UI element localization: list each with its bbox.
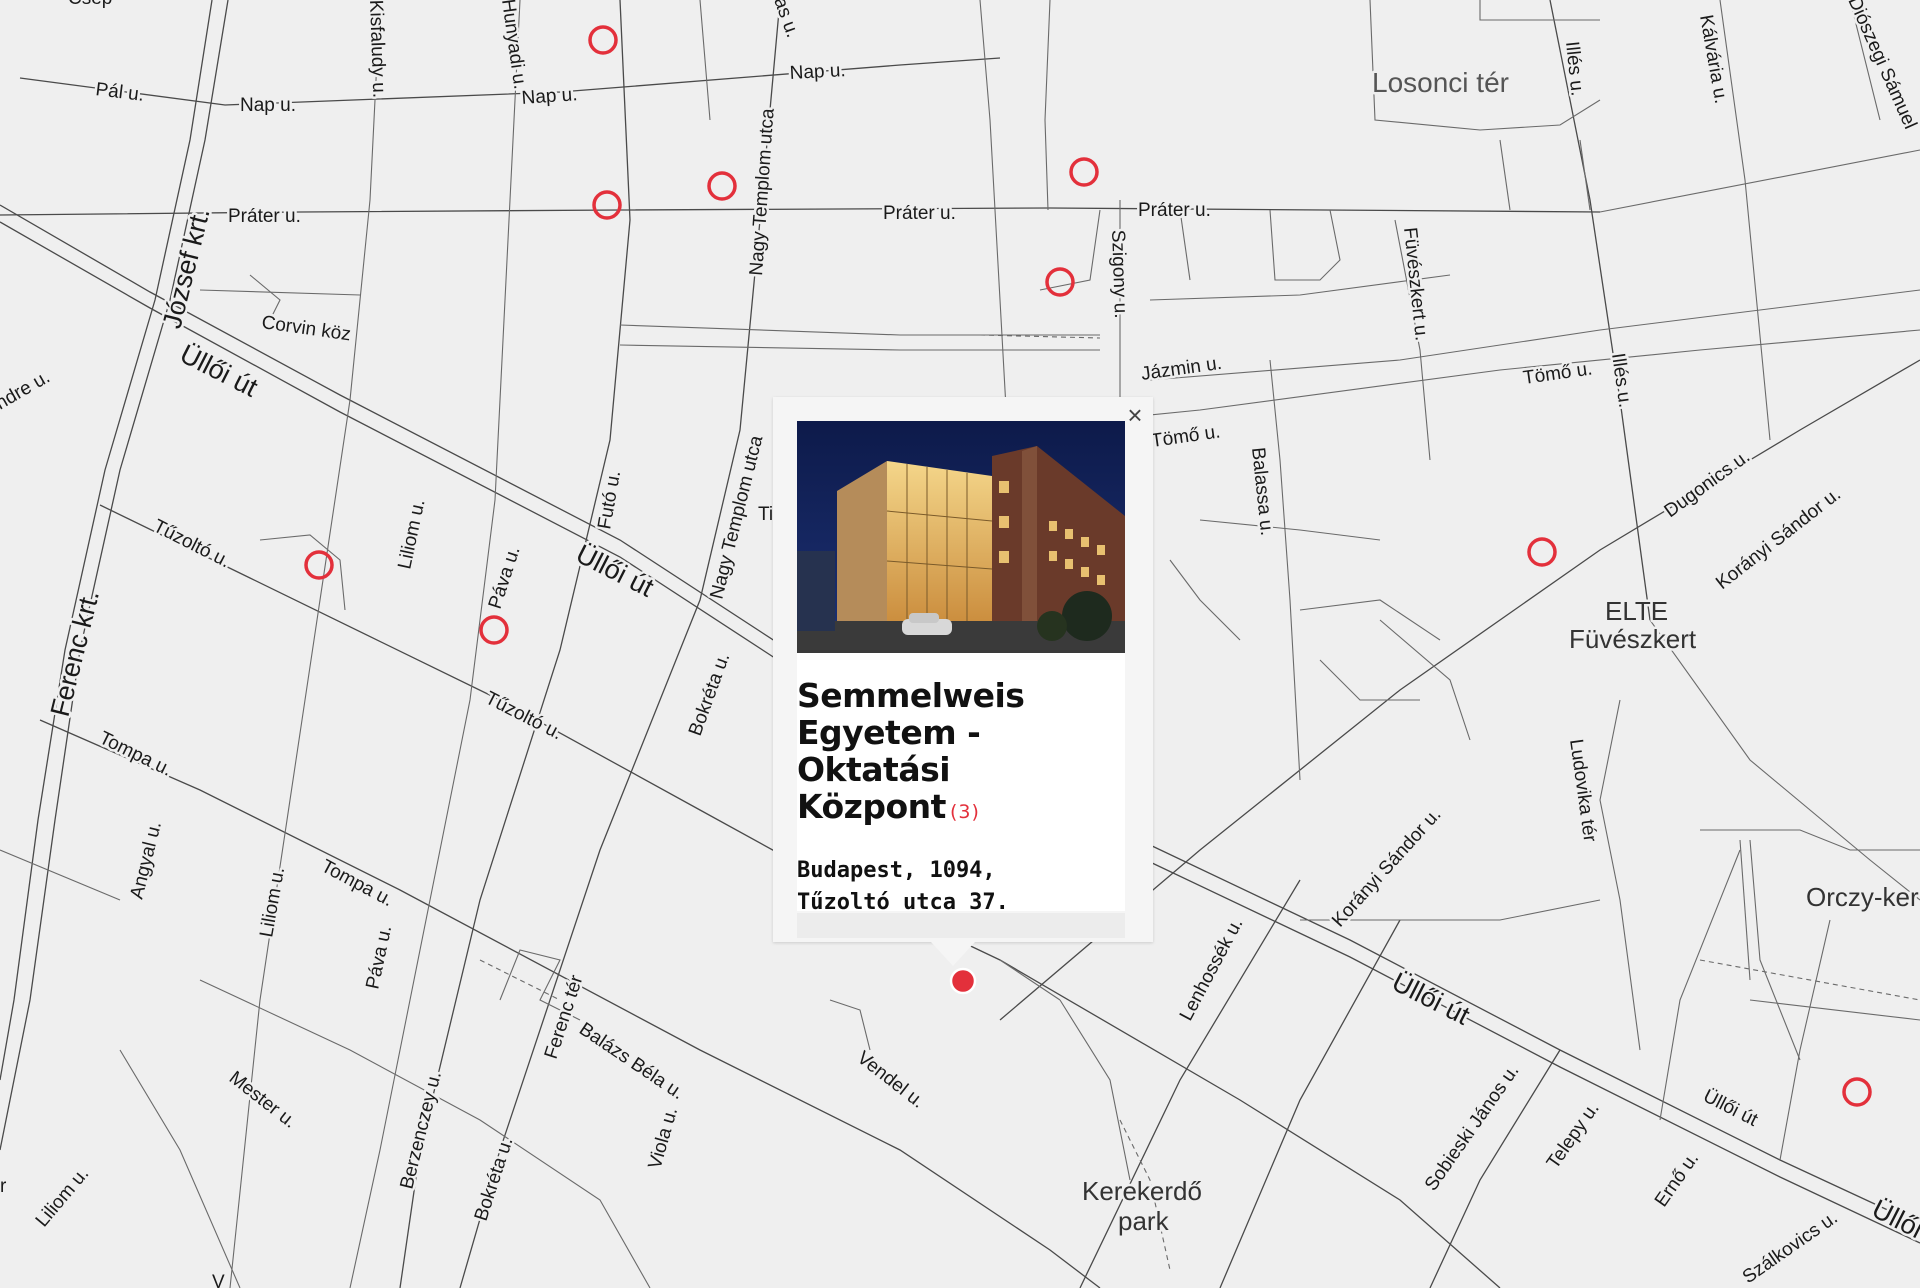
street-label-prater-2: Práter u. [883, 203, 956, 224]
street-label-ti: Ti [758, 504, 773, 525]
street-label-nap-1: Nap u. [240, 95, 296, 116]
close-icon[interactable]: × [1121, 401, 1149, 429]
place-label-elte-1: ELTE [1605, 596, 1668, 626]
popup-address: Budapest, 1094, Tűzoltó utca 37. [797, 855, 1125, 911]
location-marker-selected[interactable] [949, 967, 977, 995]
location-popup: × Semmelweis Egyetem - Oktatási Központ … [773, 397, 1153, 966]
place-label-kerekerdo-1: Kerekerdő [1082, 1176, 1202, 1206]
street-label-v: V [212, 1272, 225, 1288]
popup-count-badge: (3) [949, 801, 980, 823]
building-photo [797, 421, 1125, 653]
street-label-r: r [0, 1176, 7, 1197]
street-label-csep: Csep [68, 0, 112, 9]
place-label-kerekerdo-2: park [1118, 1206, 1170, 1236]
street-label-prater-3: Práter u. [1138, 200, 1211, 221]
place-label-losonci-ter: Losonci tér [1372, 67, 1509, 98]
place-label-orczy: Orczy-ker [1806, 882, 1919, 912]
popup-footer-strip [797, 913, 1125, 938]
popup-card[interactable]: Semmelweis Egyetem - Oktatási Központ (3)… [797, 421, 1125, 911]
popup-pointer [931, 942, 975, 966]
street-label-szigony: Szigony u. [1107, 229, 1131, 318]
place-label-elte-2: Füvészkert [1569, 624, 1697, 654]
popup-title-text: Semmelweis Egyetem - Oktatási Központ [797, 676, 1025, 826]
street-label-prater-1: Práter u. [228, 206, 301, 227]
popup-address-line2: Tűzoltó utca 37. [797, 890, 1009, 911]
popup-title: Semmelweis Egyetem - Oktatási Központ (3) [797, 677, 1125, 831]
street-label-kisfaludy: Kisfaludy u. [365, 0, 389, 98]
popup-address-line1: Budapest, 1094, [797, 858, 996, 883]
street-label-nap-3: Nap u. [789, 60, 846, 84]
